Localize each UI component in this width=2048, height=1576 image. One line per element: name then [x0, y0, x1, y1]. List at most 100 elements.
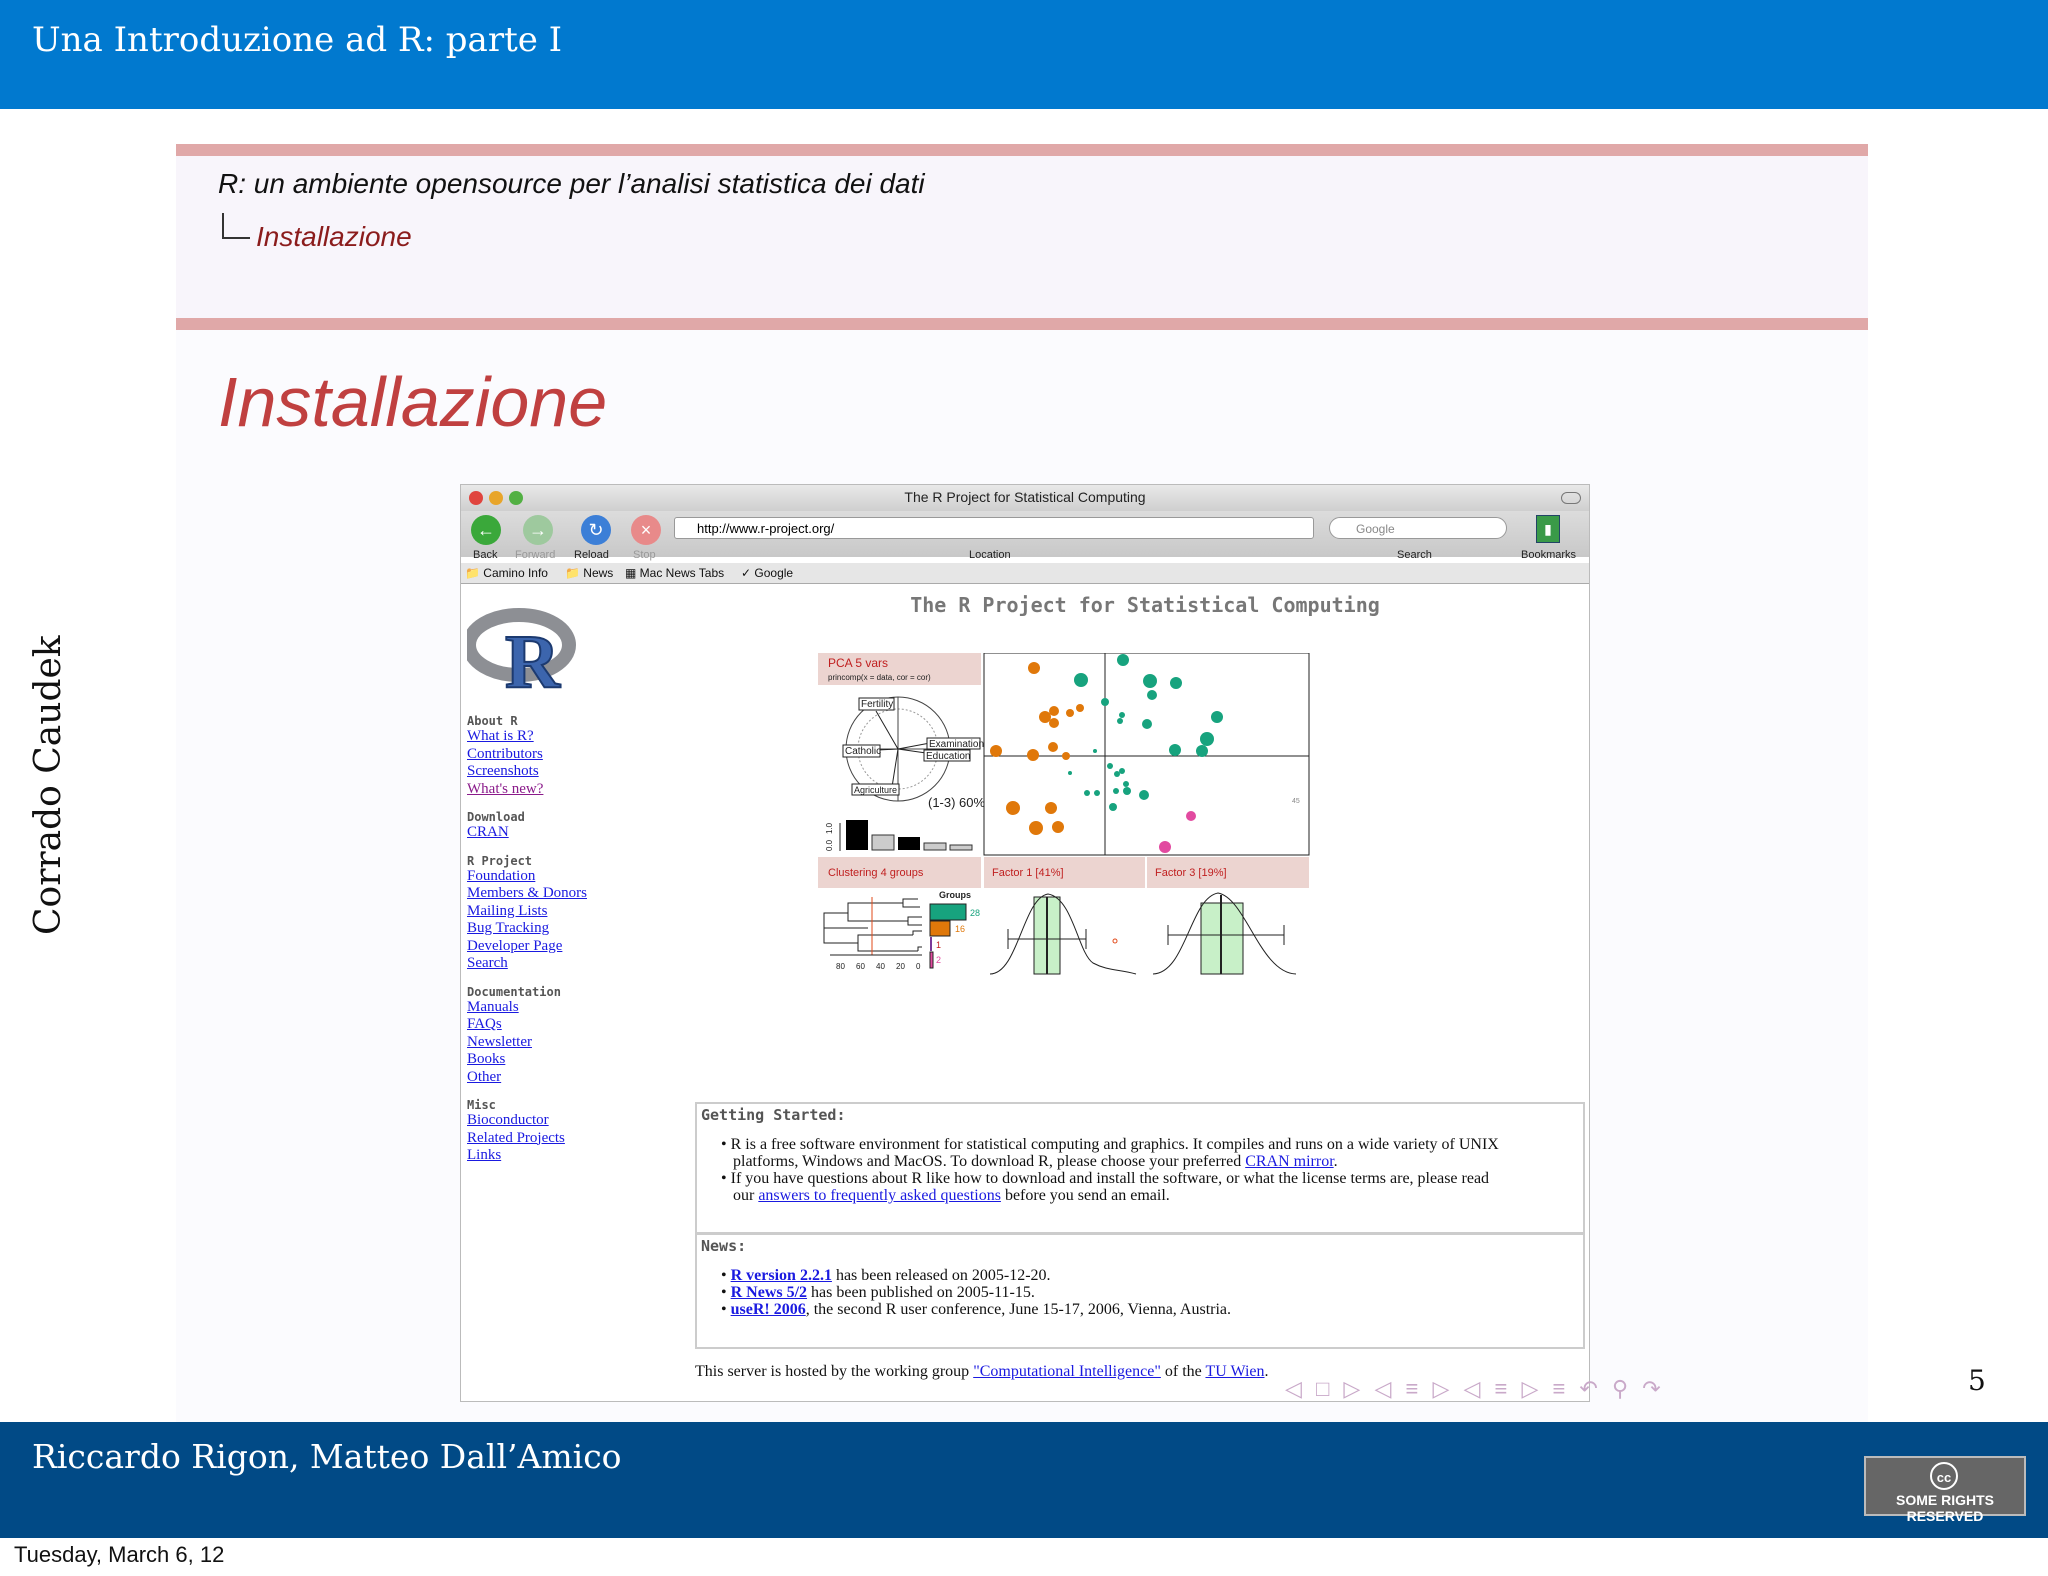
presentation-title: Una Introduzione ad R: parte I [32, 20, 563, 60]
cran-mirror-link[interactable]: CRAN mirror [1245, 1153, 1333, 1170]
back-label: Back [473, 549, 498, 561]
nav-link-mailing-lists[interactable]: Mailing Lists [467, 903, 587, 921]
group-count: 28 [970, 908, 980, 918]
bookmark-item[interactable]: ✓ Google [741, 566, 793, 580]
cluster-title: Clustering 4 groups [828, 867, 924, 879]
dendro-tick: 20 [896, 962, 905, 971]
factor3-density [1152, 892, 1297, 975]
stop-x-icon: × [640, 520, 652, 540]
authors: Riccardo Rigon, Matteo Dall’Amico [32, 1437, 622, 1476]
news-link[interactable]: R News 5/2 [731, 1284, 807, 1301]
bookmarks-icon[interactable]: ▮ [1536, 515, 1560, 543]
nav-link-screenshots[interactable]: Screenshots [467, 763, 587, 781]
nav-link-other[interactable]: Other [467, 1069, 587, 1087]
bookmark-item[interactable]: ▦ Mac News Tabs [625, 566, 724, 580]
dendrogram [823, 898, 922, 952]
beamer-navigation-icons[interactable]: ◁ □ ▷ ◁ ≡ ▷ ◁ ≡ ▷ ≡ ↶ ⚲ ↷ [1285, 1376, 1665, 1402]
group-bar [929, 951, 934, 969]
breadcrumb-section: R: un ambiente opensource per l’analisi … [218, 168, 925, 199]
r-page-title: The R Project for Statistical Computing [910, 593, 1380, 617]
nav-link-developer-page[interactable]: Developer Page [467, 938, 587, 956]
search-field[interactable]: Google [1329, 517, 1507, 539]
browser-toolbar: ← Back → Forward ↻ Reload × Stop http://… [461, 511, 1589, 561]
nav-link-links[interactable]: Links [467, 1147, 587, 1165]
pca-label-catholic: Catholic [845, 746, 881, 757]
dendro-tick: 40 [876, 962, 885, 971]
toolbar-toggle-button[interactable] [1561, 492, 1581, 504]
pca-label-agriculture: Agriculture [854, 785, 897, 795]
url-field[interactable]: http://www.r-project.org/ [674, 517, 1314, 539]
group-bar [929, 903, 967, 921]
slide-title: Installazione [218, 363, 608, 441]
svg-text:R: R [505, 620, 561, 691]
groups-label: Groups [939, 890, 971, 900]
search-label: Search [1397, 549, 1432, 561]
nav-link-related-projects[interactable]: Related Projects [467, 1130, 587, 1148]
getting-started-title: Getting Started: [701, 1106, 846, 1124]
breadcrumb-tree-mark [222, 213, 250, 239]
group-count: 1 [936, 940, 941, 950]
arrow-left-icon: ← [477, 520, 495, 540]
bookmark-item[interactable]: 📁 News [565, 566, 613, 580]
pca-formula: princomp(x = data, cor = cor) [828, 673, 931, 682]
pca-label-examination: Examination [929, 739, 984, 750]
scree-bar [898, 837, 920, 850]
forward-button[interactable]: → [523, 515, 553, 545]
cc-license-badge[interactable]: cc SOME RIGHTS RESERVED [1864, 1456, 2026, 1524]
arrow-right-icon: → [529, 520, 547, 540]
reload-label: Reload [574, 549, 609, 561]
window-titlebar: The R Project for Statistical Computing [461, 485, 1589, 511]
nav-link-bug-tracking[interactable]: Bug Tracking [467, 920, 587, 938]
faq-answers-link[interactable]: answers to frequently asked questions [758, 1187, 1001, 1204]
news-link[interactable]: R version 2.2.1 [731, 1267, 832, 1284]
bookmark-item[interactable]: 📁 Camino Info [465, 566, 548, 580]
side-author: Corrado Caudek [28, 635, 69, 935]
r-graphics-figure: PCA 5 vars princomp(x = data, cor = cor)… [818, 653, 1310, 975]
nav-link-faqs[interactable]: FAQs [467, 1016, 587, 1034]
pca-variance-label: (1-3) 60% [928, 795, 986, 810]
group-bar [929, 920, 951, 937]
reload-button[interactable]: ↻ [581, 515, 611, 545]
nav-link-newsletter[interactable]: Newsletter [467, 1034, 587, 1052]
bookmarks-label: Bookmarks [1521, 549, 1577, 561]
back-button[interactable]: ← [471, 515, 501, 545]
nav-link-what-is-r[interactable]: What is R? [467, 728, 587, 746]
tu-wien-link[interactable]: TU Wien [1205, 1363, 1264, 1380]
scree-bar [871, 834, 895, 851]
ci-group-link[interactable]: "Computational Intelligence" [973, 1363, 1161, 1380]
loading-education [897, 748, 927, 754]
nav-link-foundation[interactable]: Foundation [467, 868, 587, 886]
nav-link-bioconductor[interactable]: Bioconductor [467, 1112, 587, 1130]
news-link[interactable]: useR! 2006 [731, 1301, 806, 1318]
nav-link-whats-new[interactable]: What's new? [467, 781, 587, 799]
pca-label-education: Education [926, 751, 970, 762]
nav-heading: R Project [467, 853, 533, 868]
r-logo[interactable]: R [467, 607, 577, 691]
nav-link-contributors[interactable]: Contributors [467, 746, 587, 764]
reload-icon: ↻ [588, 520, 604, 540]
bookmarks-bar: 📁 Camino Info 📁 News ▦ Mac News Tabs ✓ G… [461, 563, 1589, 584]
nav-heading: About R [467, 714, 518, 728]
nav-link-cran[interactable]: CRAN [467, 824, 587, 842]
nav-link-members-donors[interactable]: Members & Donors [467, 885, 587, 903]
group-count: 16 [955, 924, 965, 934]
factor1-density [989, 893, 1137, 975]
group-bar [930, 937, 932, 951]
header-divider-top [176, 144, 1868, 156]
creative-commons-icon: cc [1930, 1462, 1958, 1490]
scree-axis-low: 0.0 [825, 839, 834, 851]
forward-label: Forward [515, 549, 556, 561]
browser-screenshot: The R Project for Statistical Computing … [460, 484, 1590, 1402]
header-divider-bottom [176, 318, 1868, 330]
loading-fertility [875, 710, 899, 750]
getting-started-item: • R is a free software environment for s… [721, 1136, 1499, 1204]
stop-button[interactable]: × [631, 515, 661, 545]
scatter-annotation: 45 [1292, 798, 1300, 805]
nav-link-search[interactable]: Search [467, 955, 587, 973]
stop-label: Stop [633, 549, 656, 561]
nav-link-manuals[interactable]: Manuals [467, 999, 587, 1017]
nav-heading: Misc [467, 1098, 496, 1112]
scree-bar [949, 844, 973, 851]
factor3-title: Factor 3 [19%] [1155, 867, 1227, 879]
nav-link-books[interactable]: Books [467, 1051, 587, 1069]
